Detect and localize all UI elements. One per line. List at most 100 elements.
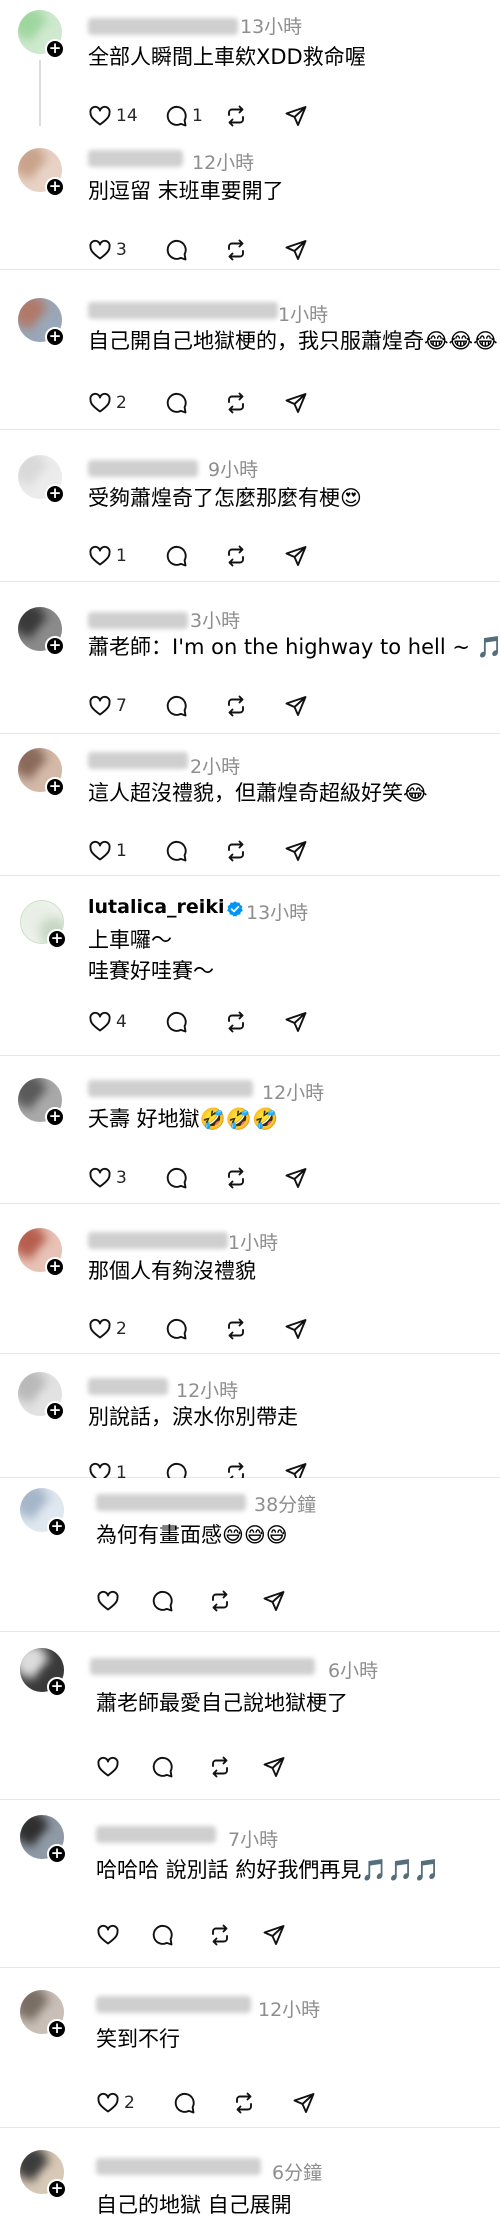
share-button[interactable] [262, 1588, 286, 1614]
like-count: 1 [116, 1463, 127, 1478]
repost-button[interactable] [224, 237, 248, 263]
plus-icon[interactable]: + [45, 777, 65, 797]
repost-button[interactable] [208, 1588, 232, 1614]
reply-button[interactable] [164, 543, 188, 569]
plus-icon[interactable]: + [45, 636, 65, 656]
like-count: 4 [116, 1012, 127, 1032]
send-icon [285, 1319, 307, 1339]
repost-button[interactable] [224, 1460, 248, 1478]
share-button[interactable] [284, 1165, 308, 1191]
timestamp: 12小時 [176, 1380, 239, 1402]
action-bar: 7 [88, 693, 348, 719]
plus-icon[interactable]: + [47, 2179, 67, 2199]
repost-button[interactable] [224, 1165, 248, 1191]
repost-button[interactable] [208, 1922, 232, 1948]
share-button[interactable] [284, 1316, 308, 1342]
like-button[interactable]: 1 [88, 543, 127, 569]
heart-icon [89, 105, 111, 126]
like-button[interactable]: 2 [88, 390, 127, 416]
reply-button[interactable] [164, 1460, 188, 1478]
reply-button[interactable]: 1 [164, 103, 203, 129]
thread-line [39, 60, 41, 126]
plus-icon[interactable]: + [47, 1677, 67, 1697]
reply-button[interactable] [164, 237, 188, 263]
like-button[interactable]: 2 [96, 2090, 135, 2116]
repost-button[interactable] [224, 543, 248, 569]
share-button[interactable] [292, 2090, 316, 2116]
repost-button[interactable] [224, 1316, 248, 1342]
plus-icon[interactable]: + [45, 1107, 65, 1127]
share-button[interactable] [284, 693, 308, 719]
repost-button[interactable] [224, 390, 248, 416]
share-button[interactable] [284, 1460, 308, 1478]
plus-icon[interactable]: + [47, 929, 67, 949]
action-bar: 3 [88, 1165, 348, 1191]
like-button[interactable]: 3 [88, 1165, 127, 1191]
plus-icon[interactable]: + [45, 177, 65, 197]
plus-icon[interactable]: + [45, 39, 65, 59]
reply-button[interactable] [164, 390, 188, 416]
reply-button[interactable] [150, 1588, 174, 1614]
repost-icon [228, 1167, 244, 1189]
like-button[interactable]: 4 [88, 1009, 127, 1035]
reply-button[interactable] [164, 1165, 188, 1191]
share-button[interactable] [284, 838, 308, 864]
like-count: 1 [116, 546, 127, 566]
reply-button[interactable] [164, 693, 188, 719]
share-button[interactable] [284, 237, 308, 263]
repost-button[interactable] [224, 838, 248, 864]
like-count: 2 [116, 1319, 127, 1339]
send-icon [263, 1925, 285, 1945]
comment-icon [152, 1590, 173, 1612]
heart-icon [89, 1462, 111, 1478]
like-button[interactable]: 7 [88, 693, 127, 719]
share-button[interactable] [284, 103, 308, 129]
like-button[interactable] [96, 1922, 120, 1948]
repost-button[interactable] [224, 103, 248, 129]
plus-icon[interactable]: + [45, 484, 65, 504]
repost-button[interactable] [224, 693, 248, 719]
share-button[interactable] [262, 1922, 286, 1948]
like-button[interactable] [96, 1754, 120, 1780]
comment-text: 夭壽 好地獄🤣🤣🤣 [88, 1107, 279, 1131]
reply-button[interactable] [164, 1009, 188, 1035]
plus-icon[interactable]: + [47, 1517, 67, 1537]
repost-button[interactable] [232, 2090, 256, 2116]
plus-icon[interactable]: + [47, 1844, 67, 1864]
repost-button[interactable] [224, 1009, 248, 1035]
like-button[interactable]: 3 [88, 237, 127, 263]
reply-button[interactable] [164, 1316, 188, 1342]
plus-icon[interactable]: + [45, 1401, 65, 1421]
comment-icon [166, 105, 187, 127]
like-button[interactable] [96, 1588, 120, 1614]
like-button[interactable]: 1 [88, 1460, 127, 1478]
timestamp: 2小時 [190, 756, 241, 778]
reply-button[interactable] [150, 1754, 174, 1780]
share-button[interactable] [284, 543, 308, 569]
send-icon [293, 2093, 315, 2113]
timestamp: 12小時 [262, 1082, 325, 1104]
action-bar: 14 1 [88, 103, 348, 129]
repost-button[interactable] [208, 1754, 232, 1780]
action-bar [96, 1754, 356, 1780]
like-button[interactable]: 1 [88, 838, 127, 864]
comment-text: 蕭老師最愛自己說地獄梗了 [96, 1691, 348, 1715]
reply-button[interactable] [150, 1922, 174, 1948]
comment-icon [166, 1462, 187, 1478]
username-redacted [90, 1658, 315, 1675]
like-button[interactable]: 14 [88, 103, 138, 129]
plus-icon[interactable]: + [47, 2019, 67, 2039]
username-redacted [88, 1378, 168, 1395]
reply-button[interactable] [164, 838, 188, 864]
comment-item [0, 2128, 500, 2238]
share-button[interactable] [284, 390, 308, 416]
reply-button[interactable] [172, 2090, 196, 2116]
heart-icon [89, 392, 111, 413]
share-button[interactable] [284, 1009, 308, 1035]
share-button[interactable] [262, 1754, 286, 1780]
plus-icon[interactable]: + [45, 327, 65, 347]
plus-icon[interactable]: + [45, 1257, 65, 1277]
send-icon [285, 1463, 307, 1478]
like-button[interactable]: 2 [88, 1316, 127, 1342]
username[interactable]: lutalica_reiki [88, 896, 224, 918]
